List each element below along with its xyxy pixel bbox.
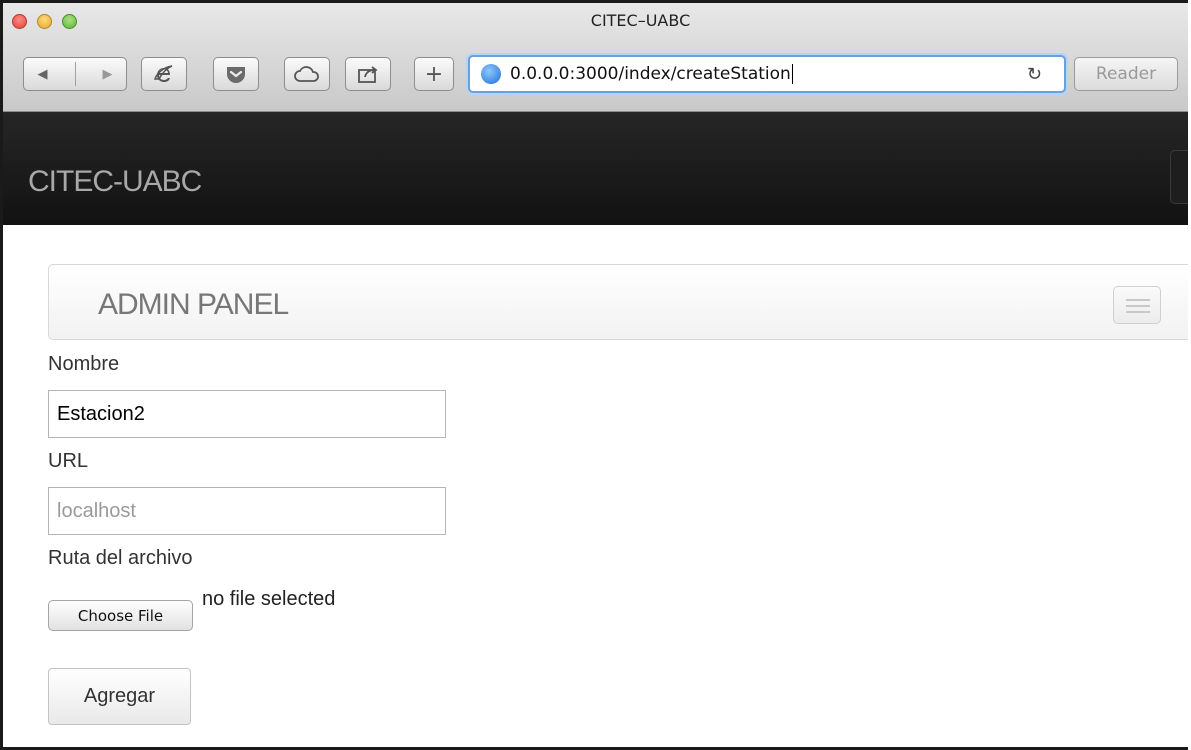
share-button[interactable] [345,57,391,91]
admin-panel-title[interactable]: ADMIN PANEL [98,288,289,322]
add-station-button[interactable]: Agregar [48,668,191,725]
window-title: CITEC–UABC [590,11,691,30]
add-tab-icon: + [424,61,444,87]
text-cursor [791,64,793,84]
cloud-icon [294,66,319,82]
reload-icon[interactable]: ↻ [1027,64,1042,85]
hamburger-line [1126,299,1150,301]
browser-window: CITEC–UABC ◀ ▶ + 0.0.0.0:3000/index/crea… [0,0,1188,750]
hamburger-line [1126,305,1150,307]
admin-panel-bar: ADMIN PANEL [48,264,1188,340]
url-label: URL [48,450,89,472]
ie-icon [153,65,173,82]
divider [74,62,76,86]
pocket-button[interactable] [213,57,259,91]
back-icon[interactable]: ◀ [38,67,48,82]
url-text[interactable]: 0.0.0.0:3000/index/createStation [510,64,791,84]
file-status-text: no file selected [202,588,336,610]
url-input[interactable] [48,487,446,535]
pocket-icon [227,67,245,83]
browser-toolbar: CITEC–UABC ◀ ▶ + 0.0.0.0:3000/index/crea… [3,3,1188,112]
name-label: Nombre [48,353,120,375]
globe-icon [481,64,501,84]
choose-file-button[interactable]: Choose File [48,600,193,631]
site-navbar: CITEC-UABC [3,112,1188,225]
share-icon [358,66,378,83]
forward-icon[interactable]: ▶ [103,67,113,82]
icloud-tabs-button[interactable] [284,57,330,91]
site-brand[interactable]: CITEC-UABC [28,165,202,199]
reader-button[interactable]: Reader [1074,57,1178,91]
ie-button[interactable] [141,57,187,91]
new-tab-button[interactable]: + [414,57,454,91]
hamburger-line [1126,311,1150,313]
file-path-label: Ruta del archivo [48,547,193,569]
navbar-toggle-edge[interactable] [1170,150,1188,204]
name-input[interactable] [48,390,446,438]
address-bar[interactable]: 0.0.0.0:3000/index/createStation ↻ [468,55,1066,93]
menu-toggle-button[interactable] [1113,286,1161,324]
back-forward-buttons: ◀ ▶ [23,57,127,91]
